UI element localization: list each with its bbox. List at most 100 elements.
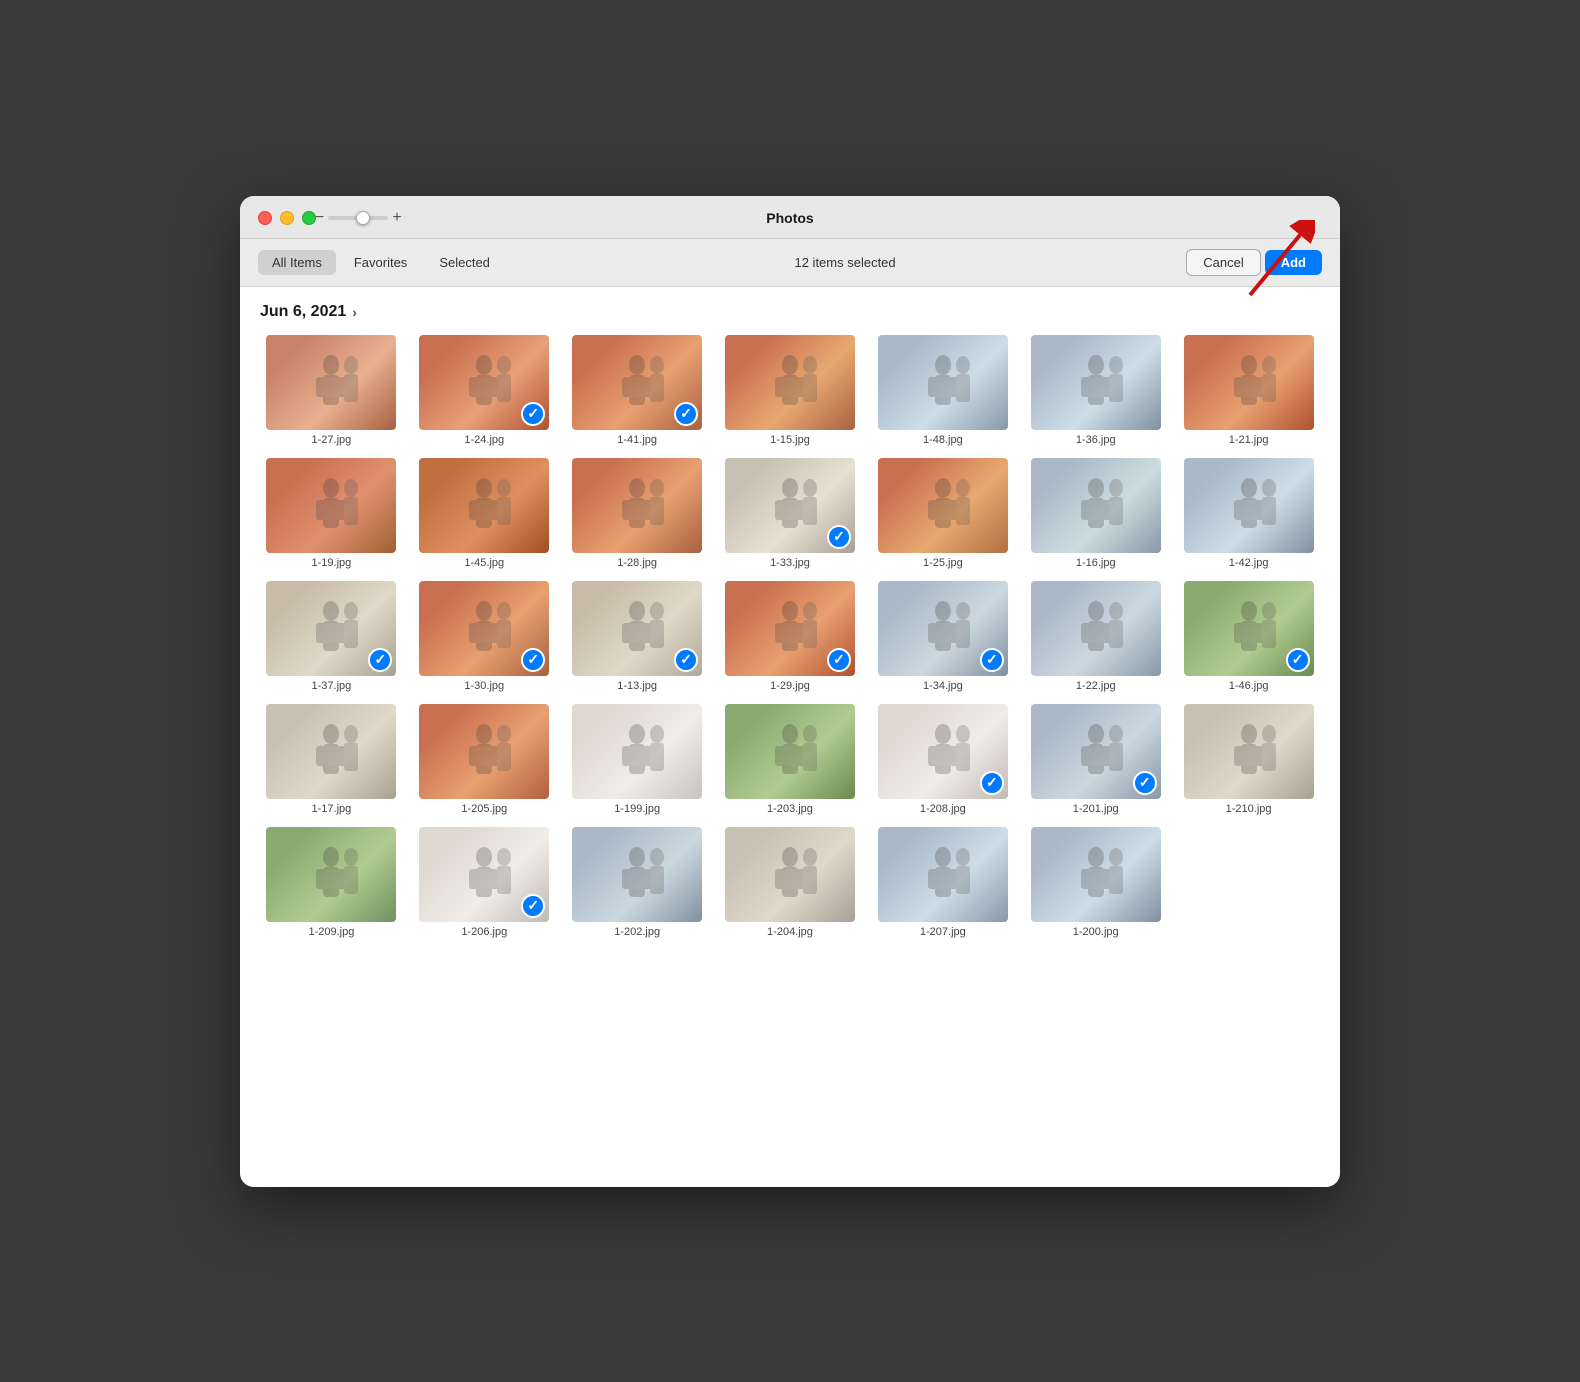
photo-filename: 1-28.jpg [617,557,657,569]
photo-item[interactable]: ✓1-199.jpg [566,704,709,815]
window-title: Photos [766,210,813,226]
zoom-plus-icon[interactable]: + [392,209,401,227]
photo-item[interactable]: ✓ 1-37.jpg [260,581,403,692]
photo-filename: 1-25.jpg [923,557,963,569]
photo-item[interactable]: ✓1-209.jpg [260,827,403,938]
photo-item[interactable]: ✓1-202.jpg [566,827,709,938]
selection-checkmark: ✓ [980,648,1004,672]
photo-filename: 1-19.jpg [312,557,352,569]
selection-checkmark: ✓ [521,402,545,426]
photo-item[interactable]: ✓ 1-13.jpg [566,581,709,692]
date-label: Jun 6, 2021 [260,303,346,321]
photo-item[interactable]: ✓1-210.jpg [1177,704,1320,815]
photo-item[interactable]: ✓ 1-24.jpg [413,335,556,446]
photo-item[interactable]: ✓1-205.jpg [413,704,556,815]
selection-checkmark: ✓ [827,648,851,672]
zoom-control: − + [315,209,402,227]
photo-item[interactable]: ✓ 1-30.jpg [413,581,556,692]
photo-item[interactable]: ✓ 1-206.jpg [413,827,556,938]
photo-filename: 1-209.jpg [308,926,354,938]
photo-filename: 1-201.jpg [1073,803,1119,815]
photo-item[interactable]: ✓1-19.jpg [260,458,403,569]
selection-checkmark: ✓ [674,648,698,672]
photo-item[interactable]: ✓1-207.jpg [871,827,1014,938]
photo-item[interactable]: ✓ 1-29.jpg [719,581,862,692]
photo-filename: 1-205.jpg [461,803,507,815]
photo-item[interactable]: ✓1-28.jpg [566,458,709,569]
selection-checkmark: ✓ [980,771,1004,795]
photo-filename: 1-204.jpg [767,926,813,938]
photo-item[interactable]: ✓1-203.jpg [719,704,862,815]
photo-item[interactable]: ✓ 1-46.jpg [1177,581,1320,692]
selection-checkmark: ✓ [827,525,851,549]
selection-checkmark: ✓ [1286,648,1310,672]
photo-item[interactable]: ✓1-16.jpg [1024,458,1167,569]
photo-item[interactable]: ✓1-27.jpg [260,335,403,446]
zoom-minus-icon[interactable]: − [315,209,324,227]
photo-filename: 1-208.jpg [920,803,966,815]
photo-filename: 1-21.jpg [1229,434,1269,446]
photo-filename: 1-30.jpg [464,680,504,692]
zoom-slider-thumb[interactable] [356,211,370,225]
zoom-slider[interactable] [328,216,388,220]
photo-item[interactable]: ✓ 1-208.jpg [871,704,1014,815]
photo-item[interactable]: ✓1-48.jpg [871,335,1014,446]
photo-filename: 1-41.jpg [617,434,657,446]
photo-item[interactable]: ✓ 1-201.jpg [1024,704,1167,815]
add-button[interactable]: Add [1265,250,1322,275]
photo-filename: 1-34.jpg [923,680,963,692]
photo-item[interactable]: ✓1-45.jpg [413,458,556,569]
photo-filename: 1-22.jpg [1076,680,1116,692]
selection-checkmark: ✓ [521,894,545,918]
photo-item[interactable]: ✓1-17.jpg [260,704,403,815]
photo-filename: 1-202.jpg [614,926,660,938]
selection-checkmark: ✓ [674,402,698,426]
selection-checkmark: ✓ [521,648,545,672]
photo-item[interactable]: ✓1-25.jpg [871,458,1014,569]
photo-filename: 1-13.jpg [617,680,657,692]
photo-item[interactable]: ✓ 1-41.jpg [566,335,709,446]
photo-item[interactable]: ✓ 1-33.jpg [719,458,862,569]
photo-filename: 1-199.jpg [614,803,660,815]
traffic-lights [258,211,316,225]
cancel-button[interactable]: Cancel [1186,249,1260,276]
photo-filename: 1-45.jpg [464,557,504,569]
photo-item[interactable]: ✓1-204.jpg [719,827,862,938]
photo-item[interactable]: ✓1-36.jpg [1024,335,1167,446]
close-button[interactable] [258,211,272,225]
photo-item[interactable]: ✓1-21.jpg [1177,335,1320,446]
photos-window: − + Photos All Items Favorites Selected … [240,196,1340,1187]
photo-filename: 1-37.jpg [312,680,352,692]
photo-filename: 1-33.jpg [770,557,810,569]
photo-filename: 1-15.jpg [770,434,810,446]
selected-tab[interactable]: Selected [425,250,504,275]
toolbar: All Items Favorites Selected 12 items se… [240,239,1340,287]
photo-filename: 1-27.jpg [312,434,352,446]
photo-item[interactable]: ✓1-22.jpg [1024,581,1167,692]
photo-filename: 1-206.jpg [461,926,507,938]
content-area: Jun 6, 2021 › ✓1-27.jpg ✓1- [240,287,1340,1187]
photo-item[interactable]: ✓1-15.jpg [719,335,862,446]
photo-filename: 1-29.jpg [770,680,810,692]
photo-item[interactable]: ✓1-42.jpg [1177,458,1320,569]
photo-filename: 1-24.jpg [464,434,504,446]
photo-filename: 1-16.jpg [1076,557,1116,569]
minimize-button[interactable] [280,211,294,225]
photo-filename: 1-48.jpg [923,434,963,446]
all-items-tab[interactable]: All Items [258,250,336,275]
photo-filename: 1-17.jpg [312,803,352,815]
selection-count: 12 items selected [508,255,1182,270]
date-header: Jun 6, 2021 › [260,303,1320,321]
photo-filename: 1-207.jpg [920,926,966,938]
photo-item[interactable]: ✓ 1-34.jpg [871,581,1014,692]
favorites-tab[interactable]: Favorites [340,250,421,275]
photo-filename: 1-200.jpg [1073,926,1119,938]
photo-item[interactable]: ✓1-200.jpg [1024,827,1167,938]
selection-checkmark: ✓ [1133,771,1157,795]
photo-filename: 1-42.jpg [1229,557,1269,569]
maximize-button[interactable] [302,211,316,225]
selection-checkmark: ✓ [368,648,392,672]
date-chevron-icon[interactable]: › [352,304,357,320]
photo-filename: 1-46.jpg [1229,680,1269,692]
photo-grid: ✓1-27.jpg ✓1-24.jpg ✓1-41.jpg ✓1-15.jpg … [260,335,1320,938]
